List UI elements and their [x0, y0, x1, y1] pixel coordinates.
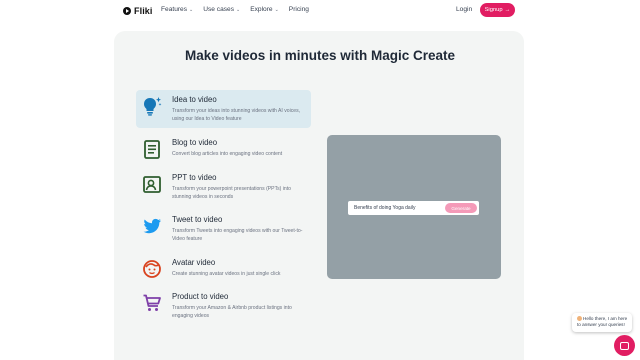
- nav-features-label: Features: [161, 6, 188, 13]
- support-avatar-icon: [577, 316, 582, 322]
- nav-explore-label: Explore: [250, 6, 273, 13]
- nav-links: Features ⌄ Use cases ⌄ Explore ⌄ Pricing: [161, 6, 309, 13]
- chat-launcher-button[interactable]: [614, 335, 635, 356]
- option-description: Create stunning avatar videos in just si…: [172, 271, 281, 277]
- twitter-bird-icon: [143, 218, 161, 234]
- option-blog-to-video[interactable]: Blog to video Convert blog articles into…: [136, 133, 311, 171]
- prompt-text: Benefits of doing Yoga daily: [354, 205, 416, 211]
- option-tweet-to-video[interactable]: Tweet to video Transform Tweets into eng…: [136, 210, 311, 248]
- chevron-down-icon: ⌄: [236, 6, 241, 13]
- option-description: Transform Tweets into engaging videos wi…: [172, 228, 303, 242]
- section-title: Make videos in minutes with Magic Create: [184, 48, 456, 63]
- presentation-icon: [143, 176, 161, 193]
- nav-pricing[interactable]: Pricing: [289, 6, 309, 13]
- option-description: Transform your powerpoint presentations …: [172, 186, 291, 200]
- chat-greeting-bubble[interactable]: Hello there, I am here to answer your qu…: [572, 313, 632, 332]
- signup-label: Signup: [484, 7, 503, 13]
- lightbulb-icon: [144, 97, 162, 116]
- chat-bubble-icon: [620, 341, 629, 350]
- logo-text: Fliki: [134, 6, 153, 16]
- fliki-logo[interactable]: Fliki: [123, 5, 153, 17]
- option-description: Transform your Amazon & Airbnb product l…: [172, 305, 292, 319]
- nav-use-cases[interactable]: Use cases ⌄: [203, 6, 240, 13]
- nav-explore[interactable]: Explore ⌄: [250, 6, 279, 13]
- option-ppt-to-video[interactable]: PPT to video Transform your powerpoint p…: [136, 168, 311, 206]
- option-idea-to-video[interactable]: Idea to video Transform your ideas into …: [136, 90, 311, 128]
- login-link[interactable]: Login: [456, 6, 472, 13]
- avatar-face-icon: [143, 260, 161, 278]
- option-product-to-video[interactable]: Product to video Transform your Amazon &…: [136, 287, 311, 325]
- play-logo-icon: [123, 7, 131, 15]
- option-avatar-video[interactable]: Avatar video Create stunning avatar vide…: [136, 253, 311, 291]
- nav-use-cases-label: Use cases: [203, 6, 235, 13]
- chevron-down-icon: ⌄: [189, 6, 194, 13]
- prompt-input-bar[interactable]: Benefits of doing Yoga daily Generate: [348, 201, 479, 215]
- signup-button[interactable]: Signup →: [480, 3, 515, 17]
- option-description: Transform your ideas into stunning video…: [172, 108, 301, 122]
- top-navbar: Fliki Features ⌄ Use cases ⌄ Explore ⌄ P…: [0, 0, 640, 22]
- option-title: Idea to video: [172, 95, 217, 104]
- chevron-down-icon: ⌄: [274, 6, 279, 13]
- option-title: Product to video: [172, 292, 229, 301]
- arrow-right-icon: →: [504, 7, 511, 13]
- option-description: Convert blog articles into engaging vide…: [172, 151, 283, 157]
- document-icon: [144, 140, 160, 159]
- option-title: PPT to video: [172, 173, 217, 182]
- option-title: Avatar video: [172, 258, 216, 267]
- generate-button[interactable]: Generate: [445, 203, 477, 213]
- chat-message: Hello there, I am here to answer your qu…: [577, 316, 628, 327]
- shopping-cart-icon: [143, 294, 161, 311]
- nav-pricing-label: Pricing: [288, 6, 309, 13]
- nav-features[interactable]: Features ⌄: [161, 6, 193, 13]
- option-title: Tweet to video: [172, 215, 223, 224]
- option-title: Blog to video: [172, 138, 218, 147]
